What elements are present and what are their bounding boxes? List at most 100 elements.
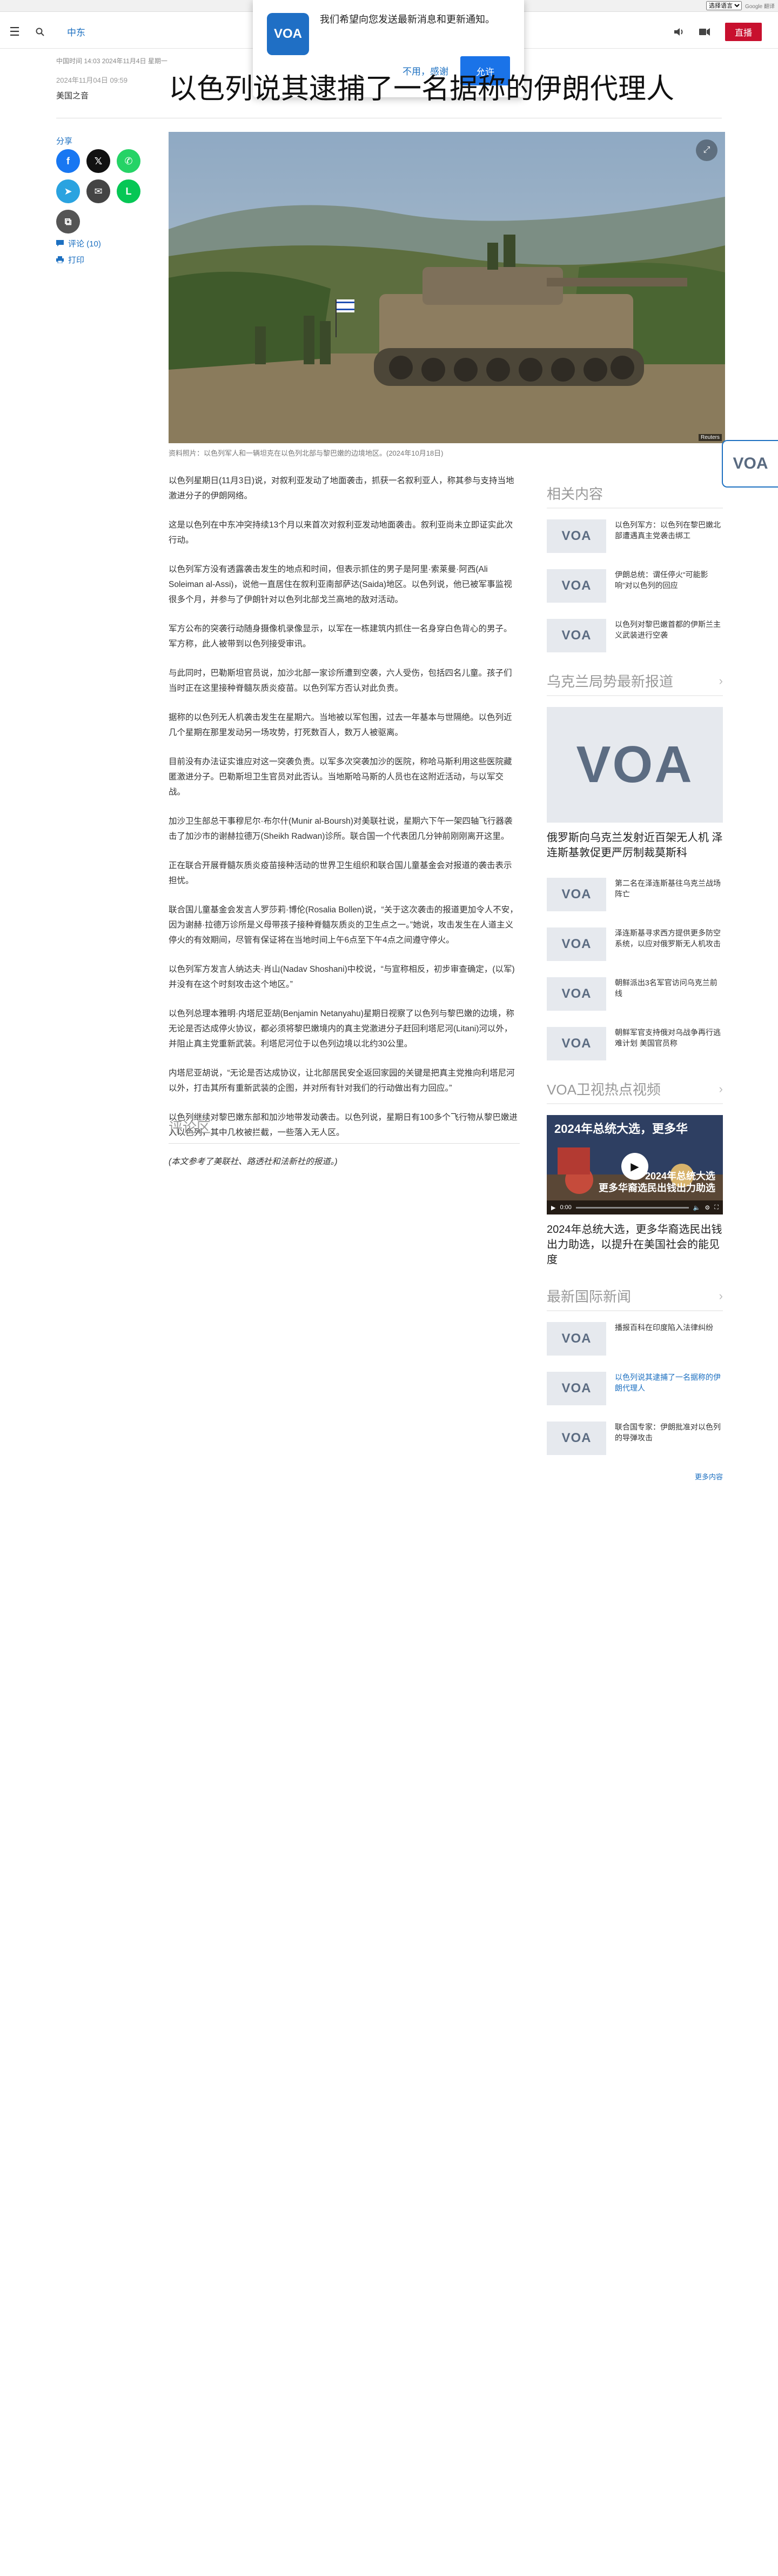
video-overlay-subtitle: 2024年总统大选 更多华裔选民出钱出力助选 bbox=[599, 1171, 715, 1193]
ukraine-title: 乌克兰局势最新报道 bbox=[547, 673, 674, 690]
dateline: 中国时间 14:03 2024年11月4日 星期一 bbox=[56, 57, 167, 65]
x-icon[interactable]: 𝕏 bbox=[86, 149, 110, 173]
ukraine-heading[interactable]: 乌克兰局势最新报道 › bbox=[547, 671, 723, 696]
feature-thumbnail[interactable]: VOA bbox=[547, 707, 723, 823]
list-item[interactable]: VOA 以色列说其逮捕了一名据称的伊朗代理人 bbox=[547, 1372, 723, 1405]
video-progress-bar[interactable] bbox=[575, 1206, 689, 1209]
copy-link-icon[interactable]: ⧉ bbox=[56, 210, 80, 233]
line-icon[interactable]: L bbox=[117, 179, 140, 203]
list-item-title: 朝鲜派出3名军官访问乌克兰前线 bbox=[615, 978, 717, 998]
feature-title[interactable]: 俄罗斯向乌克兰发射近百架无人机 泽连斯基敦促更严厉制裁莫斯科 bbox=[547, 830, 723, 860]
voa-thumbnail: VOA bbox=[547, 619, 606, 652]
settings-icon[interactable]: ⚙ bbox=[705, 1204, 710, 1211]
intl-title: 最新国际新闻 bbox=[547, 1289, 632, 1305]
fullscreen-icon[interactable]: ⛶ bbox=[714, 1204, 719, 1211]
video-caption[interactable]: 2024年总统大选，更多华裔选民出钱出力助选，以提升在美国社会的能见度 bbox=[547, 1222, 723, 1267]
list-item[interactable]: VOA 朝鲜派出3名军官访问乌克兰前线 bbox=[547, 977, 723, 1011]
audio-icon[interactable] bbox=[674, 28, 684, 36]
intl-section: 最新国际新闻 › VOA 播报百科在印度陷入法律纠纷 VOA 以色列说其逮捕了一名据称… bbox=[547, 1286, 723, 1481]
floating-voa-tab[interactable]: VOA bbox=[722, 440, 778, 488]
article-paragraph: 据称的以色列无人机袭击发生在星期六。当地被以军包围，过去一年基本与世隔绝。以色列… bbox=[169, 713, 512, 737]
comments-link[interactable]: 评论 (10) bbox=[56, 238, 101, 249]
list-item[interactable]: VOA 联合国专家：伊朗批准对以色列的导弹攻击 bbox=[547, 1422, 723, 1455]
article-paragraph: 以色列军方发言人纳达夫·肖山(Nadav Shoshani)中校说，“与宣称相反… bbox=[169, 965, 515, 989]
chevron-right-icon: › bbox=[719, 1082, 723, 1096]
related-title: 相关内容 bbox=[547, 486, 603, 502]
email-icon[interactable]: ✉ bbox=[86, 179, 110, 203]
voa-thumbnail: VOA bbox=[547, 1027, 606, 1060]
facebook-icon[interactable]: f bbox=[56, 149, 80, 173]
article-paragraph: 以色列总理本雅明·内塔尼亚胡(Benjamin Netanyahu)星期日视察了… bbox=[169, 1009, 514, 1049]
video-heading[interactable]: VOA卫视热点视频 › bbox=[547, 1079, 723, 1104]
play-small-icon[interactable]: ▶ bbox=[551, 1204, 555, 1211]
live-button[interactable]: 直播 bbox=[725, 23, 762, 41]
video-overlay-title: 2024年总统大选，更多华 bbox=[554, 1122, 688, 1136]
chevron-right-icon: › bbox=[719, 1289, 723, 1303]
list-item[interactable]: VOA 伊朗总统：谓任停火“可能影响”对以色列的回应 bbox=[547, 569, 723, 603]
article-paragraph: 以色列军方没有透露袭击发生的地点和时间，但表示抓住的男子是阿里·索莱曼·阿西(A… bbox=[169, 565, 512, 604]
chevron-right-icon: › bbox=[719, 673, 723, 688]
volume-icon[interactable]: 🔈 bbox=[693, 1204, 701, 1211]
search-icon[interactable] bbox=[29, 15, 51, 49]
list-item[interactable]: VOA 以色列对黎巴嫩首都的伊斯兰主义武装进行空袭 bbox=[547, 619, 723, 652]
list-item-title: 以色列军方：以色列在黎巴嫩北部遭遇真主党袭击绑工 bbox=[615, 520, 721, 540]
expand-icon[interactable]: ⤢ bbox=[696, 139, 717, 161]
voa-thumbnail: VOA bbox=[547, 569, 606, 603]
voa-thumbnail: VOA bbox=[547, 1422, 606, 1455]
article-paragraph: 目前没有办法证实谁应对这一突袭负责。以军多次突袭加沙的医院，称哈马斯利用这些医院… bbox=[169, 757, 512, 797]
article-body: 以色列星期日(11月3日)说，对叙利亚发动了地面袭击，抓获一名叙利亚人，称其参与… bbox=[169, 473, 520, 1184]
whatsapp-icon[interactable]: ✆ bbox=[117, 149, 140, 173]
article-paragraph: 以色列星期日(11月3日)说，对叙利亚发动了地面袭击，抓获一名叙利亚人，称其参与… bbox=[169, 476, 514, 500]
tank-photo bbox=[169, 132, 725, 443]
play-icon[interactable]: ▶ bbox=[621, 1153, 648, 1180]
share-label: 分享 bbox=[56, 137, 73, 146]
author: 美国之音 bbox=[56, 91, 89, 101]
section-link[interactable]: 中东 bbox=[67, 25, 85, 38]
article-paragraph: 加沙卫生部总干事穆尼尔·布尔什(Munir al-Boursh)对美联社说，星期… bbox=[169, 817, 513, 841]
image-credit: Reuters bbox=[698, 434, 722, 441]
list-item[interactable]: VOA 第二名在泽连斯基往乌克兰战场阵亡 bbox=[547, 878, 723, 911]
video-section-title: VOA卫视热点视频 bbox=[547, 1082, 661, 1098]
page-title: 以色列说其逮捕了一名据称的伊朗代理人 bbox=[169, 74, 675, 105]
list-item-title: 以色列对黎巴嫩首都的伊斯兰主义武装进行空袭 bbox=[615, 620, 721, 639]
language-select[interactable]: 选择语言 bbox=[706, 1, 742, 10]
print-icon bbox=[56, 256, 64, 263]
article-paragraph: 军方公布的突袭行动随身摄像机录像显示，以军在一栋建筑内抓住一名身穿白色背心的男子… bbox=[169, 624, 512, 649]
list-item-title: 朝鲜军官支持俄对乌战争再行逃难计划 美国官员称 bbox=[615, 1028, 721, 1047]
article-paragraph: 与此同时，巴勒斯坦官员说，加沙北部一家诊所遭到空袭，六人受伤，包括四名儿童。孩子… bbox=[169, 669, 512, 693]
print-link[interactable]: 打印 bbox=[56, 254, 84, 265]
voa-thumbnail: VOA bbox=[547, 1322, 606, 1356]
list-item-title: 播报百科在印度陷入法律纠纷 bbox=[615, 1323, 713, 1332]
voa-thumbnail: VOA bbox=[547, 878, 606, 911]
list-item[interactable]: VOA 泽连斯基寻求西方提供更多防空系统，以应对俄罗斯无人机攻击 bbox=[547, 927, 723, 961]
publish-date: 2024年11月04日 09:59 bbox=[56, 76, 128, 84]
article-paragraph: 内塔尼亚胡说，“无论是否达成协议，让北部居民安全返回家园的关键是把真主党推向利塔… bbox=[169, 1069, 515, 1093]
article-paragraph: 正在联合开展脊髓灰质炎疫苗接种活动的世界卫生组织和联合国儿童基金会对报道的袭击表… bbox=[169, 861, 512, 885]
list-item[interactable]: VOA 朝鲜军官支持俄对乌战争再行逃难计划 美国官员称 bbox=[547, 1027, 723, 1060]
hero-image: ⤢ Reuters bbox=[169, 132, 725, 443]
voa-thumbnail: VOA bbox=[547, 1372, 606, 1405]
header-actions: 直播 bbox=[674, 23, 762, 41]
ukraine-section: 乌克兰局势最新报道 › VOA 俄罗斯向乌克兰发射近百架无人机 泽连斯基敦促更严厉… bbox=[547, 671, 723, 1060]
list-item[interactable]: VOA 播报百科在印度陷入法律纠纷 bbox=[547, 1322, 723, 1356]
comment-icon bbox=[56, 240, 64, 246]
list-item-title: 联合国专家：伊朗批准对以色列的导弹攻击 bbox=[615, 1423, 721, 1442]
source-note: (本文参考了美联社、路透社和法新社的报道。) bbox=[169, 1157, 338, 1166]
video-player[interactable]: 2024年总统大选，更多华 2024年总统大选 更多华裔选民出钱出力助选 ▶ ▶… bbox=[547, 1115, 723, 1214]
telegram-icon[interactable]: ➤ bbox=[56, 179, 80, 203]
article-paragraph: 联合国儿童基金会发言人罗莎莉·博伦(Rosalia Bollen)说，“关于这次… bbox=[169, 905, 518, 945]
video-controls: ▶ 0:00 🔈 ⚙ ⛶ bbox=[547, 1200, 723, 1214]
related-heading: 相关内容 bbox=[547, 483, 723, 509]
more-link[interactable]: 更多内容 bbox=[547, 1471, 723, 1481]
voa-thumbnail: VOA bbox=[547, 519, 606, 553]
list-item-title: 第二名在泽连斯基往乌克兰战场阵亡 bbox=[615, 879, 721, 898]
video-section: VOA卫视热点视频 › 2024年总统大选，更多华 2024年总统大选 更多华裔选… bbox=[547, 1079, 723, 1267]
video-icon[interactable] bbox=[699, 28, 710, 36]
list-item-title: 泽连斯基寻求西方提供更多防空系统，以应对俄罗斯无人机攻击 bbox=[615, 929, 721, 948]
voa-thumbnail: VOA bbox=[547, 927, 606, 961]
voa-logo-icon: VOA bbox=[267, 13, 309, 55]
menu-icon[interactable]: ☰ bbox=[0, 15, 29, 49]
intl-heading[interactable]: 最新国际新闻 › bbox=[547, 1286, 723, 1311]
article-paragraph: 这是以色列在中东冲突持续13个月以来首次对叙利亚发动地面袭击。叙利亚尚未立即证实… bbox=[169, 520, 513, 545]
list-item[interactable]: VOA 以色列军方：以色列在黎巴嫩北部遭遇真主党袭击绑工 bbox=[547, 519, 723, 553]
